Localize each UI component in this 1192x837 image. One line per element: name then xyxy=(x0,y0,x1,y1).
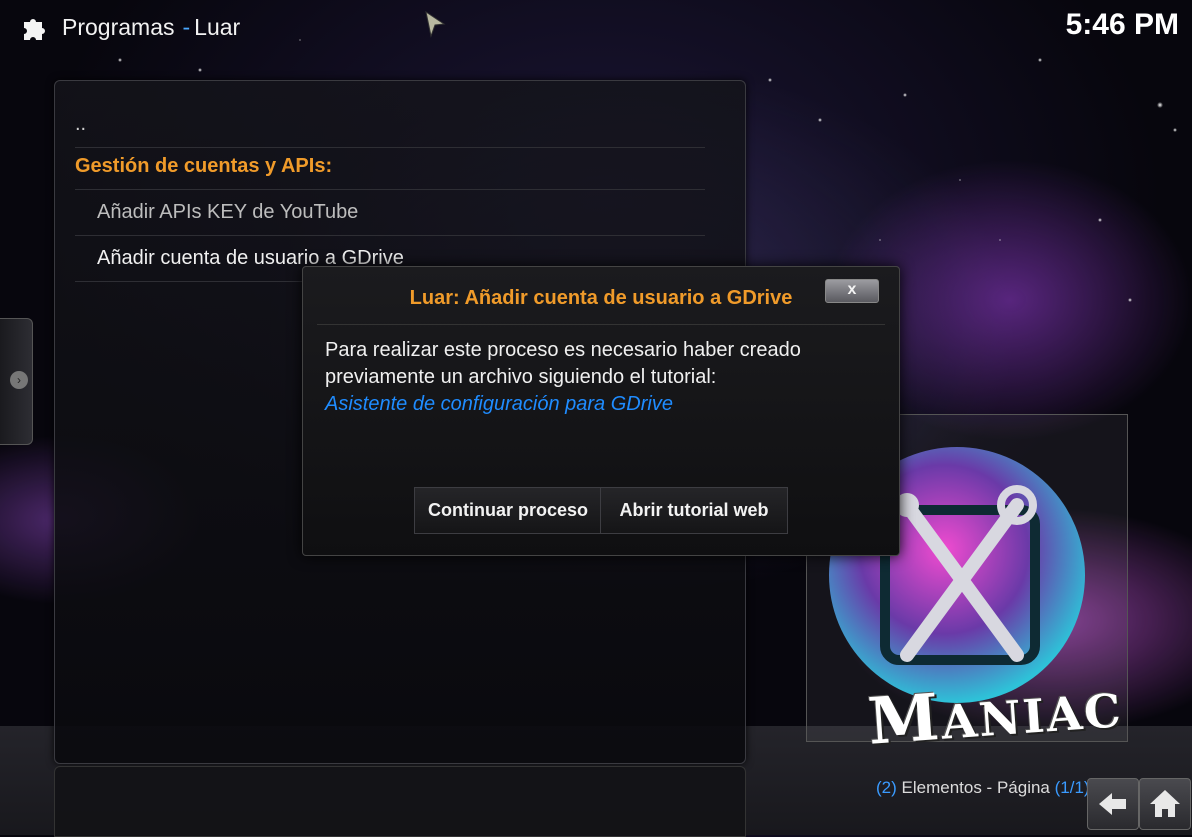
list-item-youtube-api[interactable]: Añadir APIs KEY de YouTube xyxy=(75,189,705,236)
breadcrumb-section: Programas xyxy=(62,14,175,40)
continue-button[interactable]: Continuar proceso xyxy=(414,487,602,534)
breadcrumb: Programas - Luar xyxy=(62,14,240,41)
breadcrumb-addon: Luar xyxy=(194,14,241,40)
back-button[interactable] xyxy=(1087,778,1139,830)
pointer-cursor-icon xyxy=(425,10,446,38)
tutorial-link[interactable]: Asistente de configuración para GDrive xyxy=(325,391,877,418)
list-header: Gestión de cuentas y APIs: xyxy=(75,143,705,190)
item-count: (2) xyxy=(876,778,897,797)
page-number: (1/1) xyxy=(1054,778,1090,797)
items-label: Elementos - Página xyxy=(901,778,1050,797)
dialog-divider xyxy=(317,324,885,325)
page-info: (2) Elementos - Página (1/1) xyxy=(876,778,1090,798)
home-button[interactable] xyxy=(1139,778,1191,830)
home-icon xyxy=(1150,790,1180,817)
chevron-right-icon: › xyxy=(10,371,28,389)
open-tutorial-button[interactable]: Abrir tutorial web xyxy=(600,487,788,534)
back-arrow-icon xyxy=(1099,793,1126,815)
top-bar: Programas - Luar 5:46 PM xyxy=(0,0,1192,60)
dialog-message: Para realizar este proceso es necesario … xyxy=(325,337,877,418)
clock: 5:46 PM xyxy=(1065,8,1179,41)
breadcrumb-separator: - xyxy=(182,14,191,40)
puzzle-icon xyxy=(24,19,45,40)
side-menu-tab[interactable]: › xyxy=(0,318,33,445)
secondary-panel xyxy=(54,766,746,837)
dialog-title: Luar: Añadir cuenta de usuario a GDrive xyxy=(409,287,793,309)
dialog-message-line1: Para realizar este proceso es necesario … xyxy=(325,339,801,361)
gdrive-dialog: x Luar: Añadir cuenta de usuario a GDriv… xyxy=(302,266,900,556)
list-item-parent[interactable]: .. xyxy=(75,101,705,148)
dialog-message-line2: previamente un archivo siguiendo el tuto… xyxy=(325,366,717,388)
